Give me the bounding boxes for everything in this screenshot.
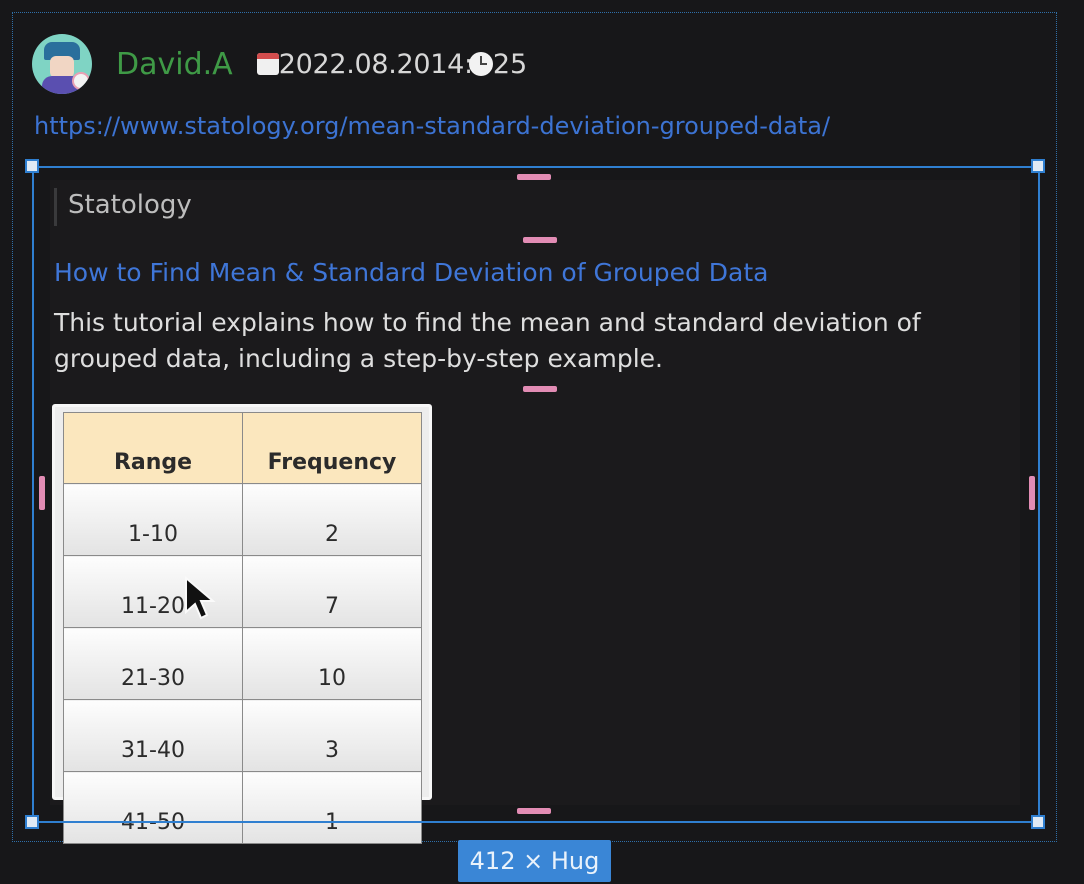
post-date: 2022.08.2014: bbox=[278, 48, 473, 80]
padding-handle-top[interactable] bbox=[517, 174, 551, 180]
spacing-handle[interactable] bbox=[523, 386, 557, 392]
post-time: 25 bbox=[492, 48, 528, 80]
avatar[interactable] bbox=[32, 34, 92, 94]
username[interactable]: David.A bbox=[116, 47, 233, 82]
calendar-icon bbox=[256, 53, 279, 75]
clock-icon bbox=[468, 52, 493, 76]
padding-handle-left[interactable] bbox=[39, 476, 45, 510]
padding-handle-bottom[interactable] bbox=[517, 808, 551, 814]
resize-handle-top-right[interactable] bbox=[1031, 159, 1045, 173]
post-header: David.A 2022.08.2014: 25 bbox=[32, 32, 527, 96]
selected-frame[interactable] bbox=[32, 166, 1040, 823]
padding-handle-right[interactable] bbox=[1029, 476, 1035, 510]
resize-handle-bottom-right[interactable] bbox=[1031, 815, 1045, 829]
post-link[interactable]: https://www.statology.org/mean-standard-… bbox=[34, 112, 830, 140]
resize-handle-top-left[interactable] bbox=[25, 159, 39, 173]
size-label: 412 × Hug bbox=[458, 840, 611, 882]
spacing-handle[interactable] bbox=[523, 237, 557, 243]
resize-handle-bottom-left[interactable] bbox=[25, 815, 39, 829]
